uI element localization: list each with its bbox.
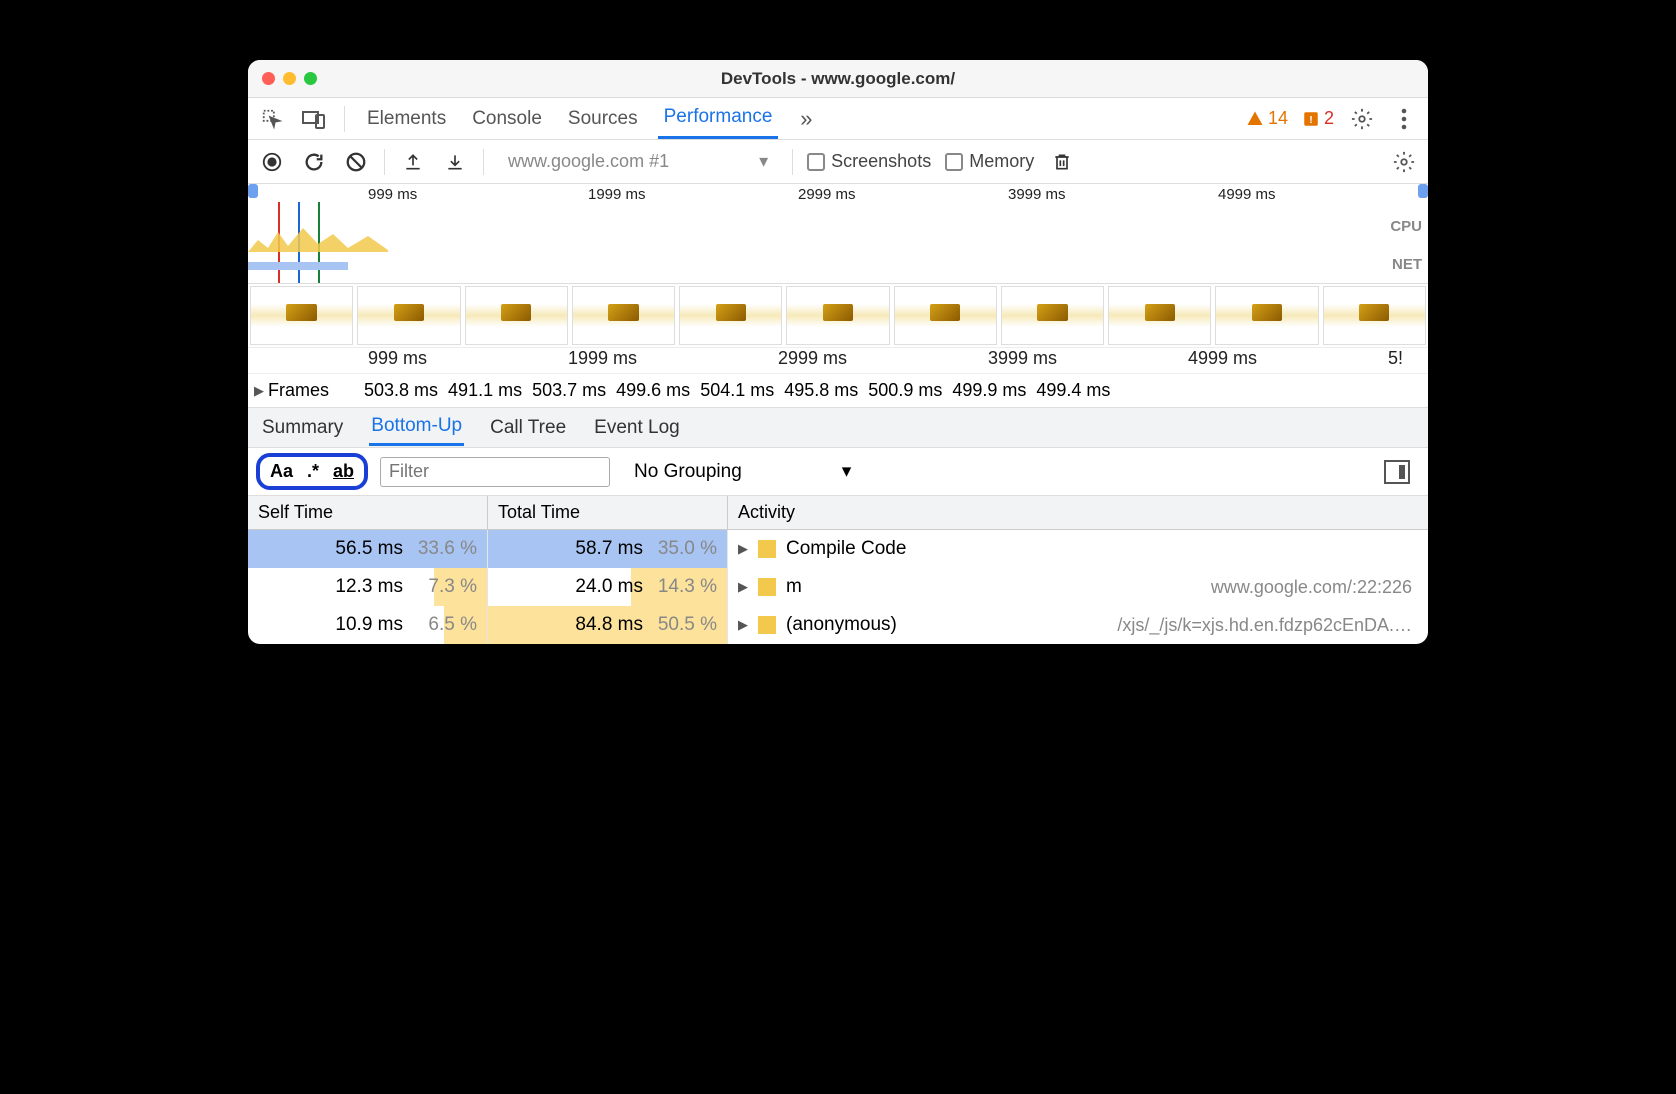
filter-input[interactable]	[380, 457, 610, 487]
titlebar: DevTools - www.google.com/	[248, 60, 1428, 98]
table-row[interactable]: 12.3 ms7.3 % 24.0 ms14.3 % ▶mwww.google.…	[248, 568, 1428, 606]
expand-icon[interactable]: ▶	[738, 617, 748, 633]
overview-handle-left[interactable]	[248, 184, 258, 198]
filmstrip-thumb[interactable]	[1323, 286, 1426, 345]
errors-count: 2	[1324, 108, 1334, 129]
match-buttons-highlight: Aa .* ab	[256, 453, 368, 490]
memory-checkbox[interactable]: Memory	[945, 151, 1034, 172]
frames-label: Frames	[268, 380, 329, 401]
kebab-menu-icon[interactable]	[1390, 105, 1418, 133]
overview-pane[interactable]: 999 ms 1999 ms 2999 ms 3999 ms 4999 ms C…	[248, 184, 1428, 284]
errors-badge[interactable]: ! 2	[1302, 108, 1334, 129]
perf-toolbar: www.google.com #1 ▾ Screenshots Memory	[248, 140, 1428, 184]
expand-icon[interactable]: ▶	[738, 541, 748, 557]
device-toggle-icon[interactable]	[300, 105, 328, 133]
filter-bar: Aa .* ab No Grouping ▾	[248, 448, 1428, 496]
frame-times: 503.8 ms491.1 ms503.7 ms 499.6 ms504.1 m…	[364, 380, 1110, 401]
filmstrip-thumb[interactable]	[679, 286, 782, 345]
regex-button[interactable]: .*	[307, 461, 319, 482]
overview-handle-right[interactable]	[1418, 184, 1428, 198]
tab-event-log[interactable]: Event Log	[592, 411, 682, 445]
filmstrip-thumb[interactable]	[786, 286, 889, 345]
col-self-time[interactable]: Self Time	[248, 496, 488, 529]
filmstrip[interactable]	[248, 284, 1428, 348]
filmstrip-thumb[interactable]	[250, 286, 353, 345]
cpu-chart	[248, 222, 388, 252]
expand-icon[interactable]: ▶	[254, 383, 264, 399]
detail-time-axis: 999 ms 1999 ms 2999 ms 3999 ms 4999 ms 5…	[248, 348, 1428, 374]
tab-performance[interactable]: Performance	[658, 98, 779, 139]
window-title: DevTools - www.google.com/	[248, 69, 1428, 89]
filmstrip-thumb[interactable]	[1108, 286, 1211, 345]
tab-elements[interactable]: Elements	[361, 100, 452, 138]
record-icon[interactable]	[258, 148, 286, 176]
net-bar	[248, 262, 348, 270]
upload-icon[interactable]	[399, 148, 427, 176]
table-row[interactable]: 56.5 ms33.6 % 58.7 ms35.0 % ▶Compile Cod…	[248, 530, 1428, 568]
filmstrip-thumb[interactable]	[572, 286, 675, 345]
activity-name: m	[786, 576, 802, 598]
filmstrip-thumb[interactable]	[1001, 286, 1104, 345]
svg-text:!: !	[1309, 113, 1313, 125]
match-case-button[interactable]: Aa	[270, 461, 293, 482]
recording-select-label: www.google.com #1	[508, 151, 669, 172]
col-total-time[interactable]: Total Time	[488, 496, 728, 529]
grouping-select[interactable]: No Grouping ▾	[622, 460, 851, 483]
filmstrip-thumb[interactable]	[357, 286, 460, 345]
col-activity[interactable]: Activity	[728, 496, 1428, 529]
capture-settings-icon[interactable]	[1390, 148, 1418, 176]
devtools-window: DevTools - www.google.com/ Elements Cons…	[248, 60, 1428, 644]
filmstrip-thumb[interactable]	[465, 286, 568, 345]
activity-source[interactable]: www.google.com/:22:226	[1211, 577, 1428, 598]
clear-icon[interactable]	[342, 148, 370, 176]
reload-icon[interactable]	[300, 148, 328, 176]
tab-bottom-up[interactable]: Bottom-Up	[369, 409, 464, 446]
activity-name: (anonymous)	[786, 614, 897, 636]
category-swatch-icon	[758, 540, 776, 558]
activity-source[interactable]: /xjs/_/js/k=xjs.hd.en.fdzp62cEnDA.…	[1117, 615, 1428, 636]
inspect-icon[interactable]	[258, 105, 286, 133]
cpu-label: CPU	[1390, 218, 1422, 235]
tab-console[interactable]: Console	[466, 100, 548, 138]
whole-word-button[interactable]: ab	[333, 461, 354, 482]
activity-name: Compile Code	[786, 538, 906, 560]
filmstrip-thumb[interactable]	[1215, 286, 1318, 345]
table-header: Self Time Total Time Activity	[248, 496, 1428, 530]
table-row[interactable]: 10.9 ms6.5 % 84.8 ms50.5 % ▶(anonymous)/…	[248, 606, 1428, 644]
filmstrip-thumb[interactable]	[894, 286, 997, 345]
expand-icon[interactable]: ▶	[738, 579, 748, 595]
tab-summary[interactable]: Summary	[260, 411, 345, 445]
category-swatch-icon	[758, 616, 776, 634]
panel-tabs: Elements Console Sources Performance » 1…	[248, 98, 1428, 140]
settings-icon[interactable]	[1348, 105, 1376, 133]
tab-sources[interactable]: Sources	[562, 100, 644, 138]
chevron-down-icon: ▾	[759, 151, 768, 172]
net-label: NET	[1392, 256, 1422, 273]
more-tabs-icon[interactable]: »	[792, 105, 820, 133]
category-swatch-icon	[758, 578, 776, 596]
toggle-side-pane-icon[interactable]	[1384, 460, 1410, 484]
screenshots-checkbox[interactable]: Screenshots	[807, 151, 931, 172]
warnings-count: 14	[1268, 108, 1288, 129]
warnings-badge[interactable]: 14	[1246, 108, 1288, 129]
detail-tabs: Summary Bottom-Up Call Tree Event Log	[248, 408, 1428, 448]
frames-track[interactable]: ▶Frames 503.8 ms491.1 ms503.7 ms 499.6 m…	[248, 374, 1428, 408]
recording-select[interactable]: www.google.com #1 ▾	[498, 151, 778, 172]
tab-call-tree[interactable]: Call Tree	[488, 411, 568, 445]
download-icon[interactable]	[441, 148, 469, 176]
chevron-down-icon: ▾	[842, 460, 852, 483]
delete-icon[interactable]	[1048, 148, 1076, 176]
